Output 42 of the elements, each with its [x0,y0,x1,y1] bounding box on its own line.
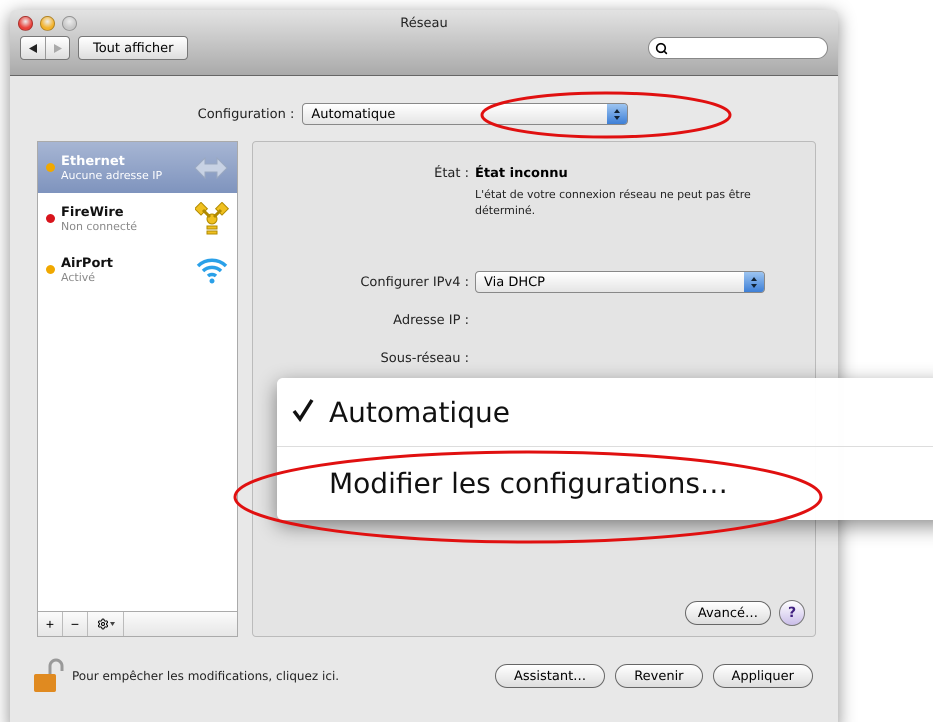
add-button[interactable]: + [38,612,63,636]
field-label: Configurer IPv4 : [359,274,469,290]
minimize-button[interactable] [40,16,55,30]
lock-hint[interactable]: Pour empêcher les modifications, cliquez ici. [72,669,489,683]
configuration-popup[interactable]: Automatique [302,103,628,125]
help-button[interactable]: ? [779,600,805,626]
service-status: Activé [61,270,96,284]
status-description: L'état de votre connexion réseau ne peut pas être déterminé. [475,187,752,219]
footer-button[interactable]: Assistant… [494,664,606,688]
configuration-label: Configuration : [198,106,294,122]
footer-button[interactable]: Revenir [615,664,703,688]
ipv4-popup[interactable]: Via DHCP [475,271,765,293]
window-title: Réseau [400,16,448,30]
up-down-arrows-icon [614,108,620,120]
service-name: Ethernet [61,154,126,168]
footer-button[interactable]: Appliquer [712,664,813,688]
service-item[interactable]: FireWire Non connecté [38,193,237,244]
y-connector-icon [195,202,229,236]
service-status: Aucune adresse IP [61,168,164,182]
right-triangle-icon [54,44,62,52]
status-value: État inconnu [475,166,569,181]
field-label: Sous-réseau : [380,350,469,366]
status-label: État : [433,166,469,181]
remove-button[interactable]: − [63,612,88,636]
field-label: Adresse IP : [392,312,469,328]
zoom-button[interactable] [62,16,77,30]
up-down-arrows-icon [751,276,757,288]
menu-item[interactable]: Modifier les configurations… [277,447,933,519]
checkmark-icon [292,398,314,422]
search-field[interactable] [648,37,828,59]
gear-icon [96,618,108,630]
service-item[interactable]: AirPort Activé [38,244,237,295]
service-status: Non connecté [61,220,138,232]
close-button[interactable] [18,16,33,30]
service-name: FireWire [61,204,125,220]
caret-icon [110,622,114,626]
search-icon [655,42,668,54]
advanced-button[interactable]: Avancé… [684,601,771,625]
service-name: AirPort [61,256,114,270]
show-all-button[interactable]: Tout afficher [78,36,188,60]
left-triangle-icon [29,44,37,52]
menu-item[interactable]: Automatique [277,378,933,446]
